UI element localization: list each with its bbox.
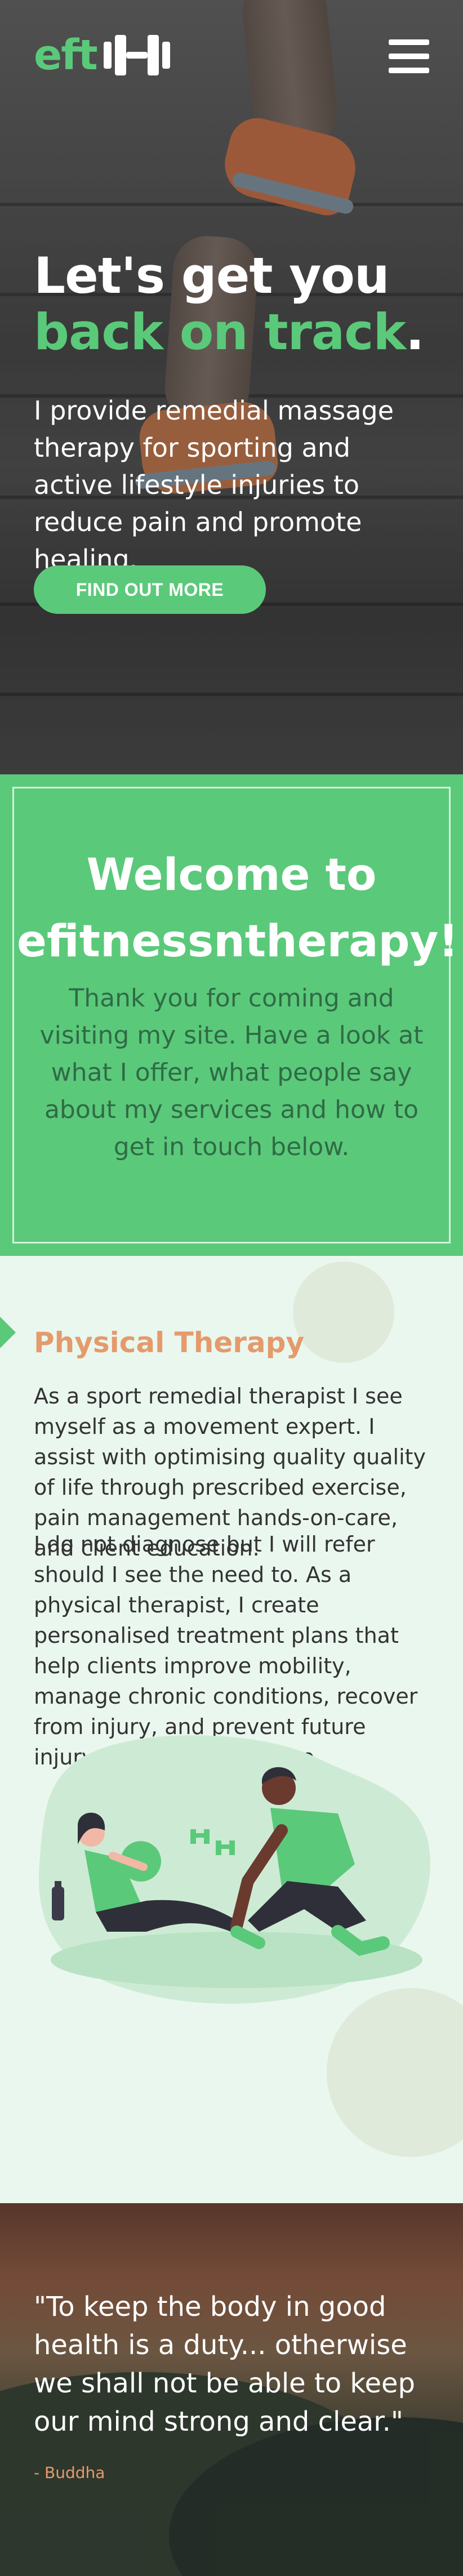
hero-overlay bbox=[0, 0, 463, 774]
hero-title-line2: back on track bbox=[34, 303, 406, 361]
physical-therapy-title: Physical Therapy bbox=[34, 1326, 305, 1359]
hamburger-icon[interactable] bbox=[389, 39, 429, 73]
hero-title-line1: Let's get you bbox=[34, 247, 390, 305]
site-logo[interactable]: eft bbox=[34, 33, 170, 78]
find-out-more-button[interactable]: FIND OUT MORE bbox=[34, 565, 266, 614]
quote-author: - Buddha bbox=[34, 2463, 105, 2482]
hero-title: Let's get you back on track. bbox=[34, 248, 428, 360]
quote-section: "To keep the body in good health is a du… bbox=[0, 2203, 463, 2576]
physical-therapy-section: Physical Therapy As a sport remedial the… bbox=[0, 1256, 463, 2203]
welcome-title: Welcome to efitnessntherapy! bbox=[17, 850, 458, 967]
quote-text: "To keep the body in good health is a du… bbox=[34, 2291, 416, 2437]
hero-title-period: . bbox=[405, 303, 424, 361]
hero-description: I provide remedial massage therapy for s… bbox=[34, 395, 394, 574]
decorative-triangle bbox=[0, 1317, 16, 1348]
welcome-text: Thank you for coming and visiting my sit… bbox=[39, 984, 424, 1161]
hero-section: eft Let's get you back on track. I provi… bbox=[0, 0, 463, 774]
exercise-illustration bbox=[38, 1735, 430, 2004]
welcome-section: Welcome to efitnessntherapy! Thank you f… bbox=[0, 774, 463, 1256]
logo-text: eft bbox=[34, 31, 98, 79]
dumbbell-icon bbox=[103, 33, 170, 78]
decorative-circle bbox=[293, 1262, 394, 1363]
